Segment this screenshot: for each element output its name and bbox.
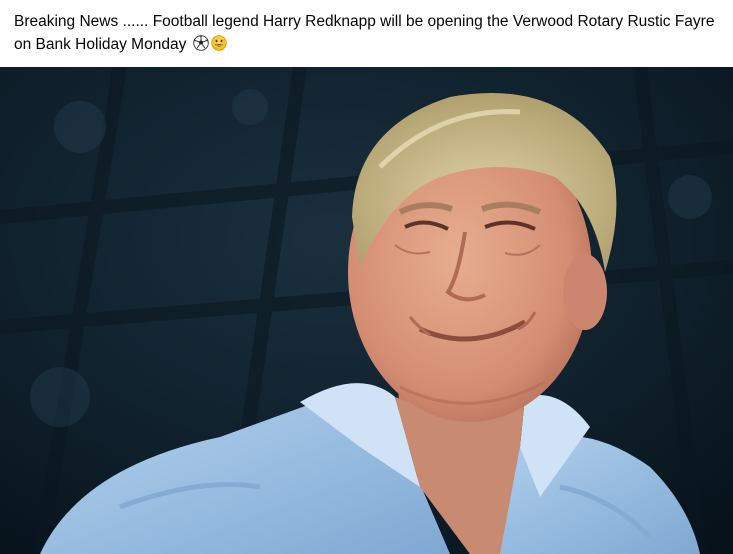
- post-caption: Breaking News ...... Football legend Har…: [14, 10, 719, 56]
- post-caption-text: Breaking News ...... Football legend Har…: [14, 13, 715, 53]
- facebook-post: Breaking News ...... Football legend Har…: [0, 0, 733, 554]
- smiling-face-icon: [210, 35, 227, 51]
- post-photo[interactable]: [0, 67, 733, 554]
- photo-illustration: [0, 67, 733, 554]
- soccer-ball-icon: [192, 35, 209, 51]
